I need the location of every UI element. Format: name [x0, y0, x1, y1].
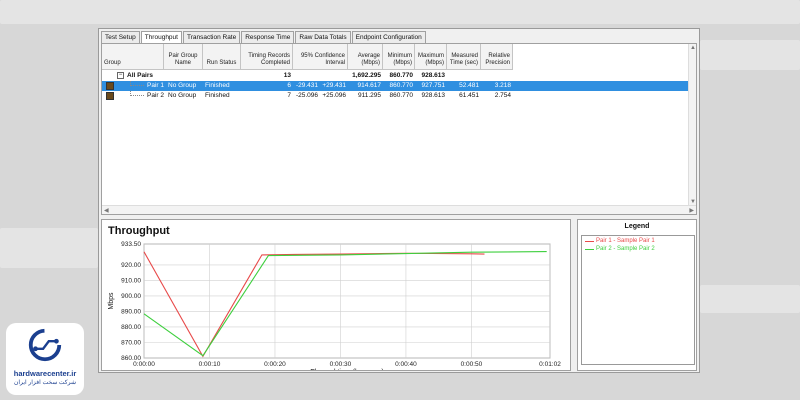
column-header-timing-records[interactable]: Timing Records Completed: [241, 44, 293, 70]
y-tick-label: 920.00: [121, 262, 141, 269]
run-status: Finished: [205, 92, 230, 99]
chariot-results-window: Test Setup Throughput Transaction Rate R…: [98, 28, 700, 376]
legend-list: Pair 1 - Sample Pair 1 Pair 2 - Sample P…: [581, 235, 695, 365]
y-axis-label: Mbps: [108, 292, 115, 310]
pair-icon: [106, 92, 114, 100]
x-tick-label: 0:01:02: [539, 361, 561, 368]
y-tick-label: 890.00: [121, 308, 141, 315]
minimum-value: 860.770: [389, 72, 414, 79]
measured-time: 52.481: [459, 82, 479, 89]
run-status: Finished: [205, 82, 230, 89]
pair-icon: [106, 82, 114, 90]
circuit-logo-icon: [28, 328, 62, 362]
average-value: 914.617: [357, 82, 382, 89]
tab-endpoint-configuration[interactable]: Endpoint Configuration: [351, 31, 426, 43]
scroll-up-icon[interactable]: ▲: [690, 45, 696, 51]
brand-logo: hardwarecenter.ir شرکت سخت افزار ایران: [6, 323, 84, 395]
column-header-confidence[interactable]: 95% Confidence Interval: [293, 44, 348, 70]
plot-area: [143, 243, 551, 359]
legend-label: Pair 1 - Sample Pair 1: [596, 238, 655, 244]
minimum-value: 860.770: [389, 92, 414, 99]
confidence-low: -25.096: [295, 92, 318, 99]
legend-label: Pair 2 - Sample Pair 2: [596, 246, 655, 252]
column-header-average[interactable]: Average (Mbps): [348, 44, 383, 70]
results-tab-bar: Test Setup Throughput Transaction Rate R…: [101, 31, 427, 44]
tab-test-setup[interactable]: Test Setup: [101, 31, 140, 43]
pair-group: No Group: [168, 82, 197, 89]
x-tick-label: 0:00:20: [264, 361, 286, 368]
x-axis-label: Elapsed time (h:mm:ss): [310, 369, 384, 370]
x-tick-label: 0:00:00: [133, 361, 155, 368]
horizontal-scrollbar[interactable]: ◀ ▶: [102, 205, 696, 214]
timing-records: 7: [287, 92, 291, 99]
y-tick-label: 910.00: [121, 277, 141, 284]
tree-connector: [130, 81, 144, 86]
y-tick-label: 870.00: [121, 339, 141, 346]
scroll-right-icon[interactable]: ▶: [689, 207, 694, 214]
legend-title: Legend: [624, 223, 650, 230]
measured-time: 61.451: [459, 92, 479, 99]
confidence-low: -29.431: [295, 82, 318, 89]
timing-records: 13: [283, 72, 291, 79]
maximum-value: 927.751: [421, 82, 446, 89]
tab-transaction-rate[interactable]: Transaction Rate: [182, 31, 241, 43]
column-header-group[interactable]: Group: [102, 44, 164, 70]
tab-response-time[interactable]: Response Time: [241, 31, 295, 43]
x-tick-label: 0:00:40: [395, 361, 417, 368]
relative-precision: 2.754: [494, 92, 511, 99]
average-value: 1,692.295: [352, 72, 381, 79]
x-tick-label: 0:00:10: [199, 361, 221, 368]
column-header-run-status[interactable]: Run Status: [203, 44, 241, 70]
legend-swatch: [585, 240, 594, 242]
timing-records: 6: [287, 82, 291, 89]
column-header-relative-precision[interactable]: Relative Precision: [481, 44, 513, 70]
results-grid: Group Pair Group Name Run Status Timing …: [101, 43, 697, 215]
legend-item-pair-2[interactable]: Pair 2 - Sample Pair 2: [585, 246, 694, 252]
scroll-left-icon[interactable]: ◀: [104, 207, 109, 214]
confidence-high: +29.431: [322, 82, 346, 89]
table-row-pair-2[interactable]: Pair 2 No Group Finished 7 -25.096 +25.0…: [102, 91, 696, 101]
minimum-value: 860.770: [389, 82, 414, 89]
pair-group: No Group: [168, 92, 197, 99]
legend-swatch: [585, 248, 594, 250]
column-header-pair-group[interactable]: Pair Group Name: [164, 44, 203, 70]
legend-item-pair-1[interactable]: Pair 1 - Sample Pair 1: [585, 238, 694, 244]
vertical-scrollbar[interactable]: ▲ ▼: [688, 44, 696, 206]
y-tick-label: 900.00: [121, 293, 141, 300]
brand-subtitle: شرکت سخت افزار ایران: [13, 380, 76, 386]
table-row-pair-1[interactable]: Pair 1 No Group Finished 6 -29.431 +29.4…: [102, 81, 696, 91]
tab-raw-data-totals[interactable]: Raw Data Totals: [295, 31, 351, 43]
maximum-value: 928.613: [421, 92, 446, 99]
relative-precision: 3.218: [494, 82, 511, 89]
column-header-measured-time[interactable]: Measured Time (sec): [447, 44, 481, 70]
tree-connector: [130, 91, 144, 96]
table-row-all-pairs[interactable]: − All Pairs 13 1,692.295 860.770 928.613: [102, 71, 696, 81]
y-tick-label: 933.50: [121, 241, 141, 248]
maximum-value: 928.613: [421, 72, 446, 79]
x-tick-label: 0:00:50: [461, 361, 483, 368]
throughput-chart: Throughput 933.50 920.00 910.00 900.00 890.00…: [108, 225, 561, 376]
brand-name: hardwarecenter.ir: [13, 369, 77, 378]
group-name: All Pairs: [127, 72, 154, 79]
y-tick-label: 880.00: [121, 324, 141, 331]
x-tick-label: 0:00:30: [330, 361, 352, 368]
throughput-chart-pane: Throughput 933.50 920.00 910.00 900.00 890.00…: [101, 219, 571, 376]
average-value: 911.295: [357, 92, 381, 99]
pair-name: Pair 1: [147, 82, 164, 89]
column-header-maximum[interactable]: Maximum (Mbps): [415, 44, 447, 70]
legend-pane: Legend Pair 1 - Sample Pair 1 Pair 2 - S…: [577, 219, 697, 371]
chart-title: Throughput: [108, 225, 170, 237]
confidence-high: +25.096: [322, 92, 346, 99]
column-header-minimum[interactable]: Minimum (Mbps): [383, 44, 415, 70]
collapse-icon[interactable]: −: [117, 72, 124, 79]
pair-name: Pair 2: [147, 92, 164, 99]
